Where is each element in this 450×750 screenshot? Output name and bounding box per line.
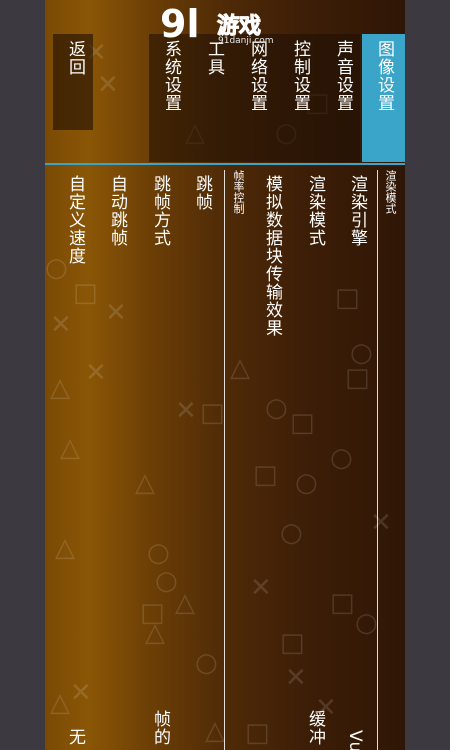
symbol-square-icon: □ xyxy=(253,460,278,490)
symbol-triangle-icon: △ xyxy=(135,468,155,498)
menu-divider xyxy=(45,163,405,165)
render-mode-option[interactable]: 渲染模式 xyxy=(303,175,328,247)
custom-speed-value: 无 xyxy=(65,728,85,746)
symbol-triangle-icon: △ xyxy=(145,618,165,648)
render-section-header: 渲染模式 xyxy=(384,170,397,214)
frameskip-section-divider xyxy=(224,170,225,750)
symbol-cross-icon: ✕ xyxy=(175,396,197,426)
symbol-square-icon: □ xyxy=(280,628,305,658)
symbol-square-icon: □ xyxy=(73,278,98,308)
symbol-circle-icon: ○ xyxy=(355,608,378,638)
render-engine-option[interactable]: 渲染引擎 xyxy=(345,175,370,247)
frameskip-section-header: 帧率控制 xyxy=(232,170,245,214)
frameskip-mode-value: 帧的 xyxy=(150,710,170,746)
symbol-triangle-icon: △ xyxy=(175,588,195,618)
tab-graphics-settings-label[interactable]: 图像设置 xyxy=(372,40,397,112)
device-bezel xyxy=(405,0,450,750)
symbol-square-icon: □ xyxy=(345,363,370,393)
symbol-cross-icon: ✕ xyxy=(70,678,92,708)
symbol-circle-icon: ○ xyxy=(295,468,318,498)
symbol-cross-icon: ✕ xyxy=(285,663,307,693)
render-section-divider xyxy=(377,170,378,750)
symbol-triangle-icon: △ xyxy=(60,433,80,463)
tab-control-settings[interactable]: 控制设置 xyxy=(288,40,313,112)
logo-subtext: 91danji.com xyxy=(218,36,274,46)
symbol-triangle-icon: △ xyxy=(230,353,250,383)
tab-system-settings[interactable]: 系统设置 xyxy=(159,40,184,112)
tab-sound-settings[interactable]: 声音设置 xyxy=(331,40,356,112)
symbol-square-icon: □ xyxy=(290,408,315,438)
symbol-square-icon: □ xyxy=(245,718,270,748)
symbol-circle-icon: ○ xyxy=(265,393,288,423)
symbol-triangle-icon: △ xyxy=(205,716,225,746)
symbol-triangle-icon: △ xyxy=(50,373,70,403)
tab-network-settings[interactable]: 网络设置 xyxy=(245,40,270,112)
symbol-circle-icon: ○ xyxy=(330,443,353,473)
symbol-cross-icon: ✕ xyxy=(370,508,392,538)
symbol-circle-icon: ○ xyxy=(195,648,218,678)
render-engine-value: Vu xyxy=(345,730,365,750)
block-transfer-option[interactable]: 模拟数据块传输效果 xyxy=(260,175,285,337)
symbol-cross-icon: ✕ xyxy=(85,358,107,388)
symbol-circle-icon: ○ xyxy=(147,538,170,568)
auto-frameskip-option[interactable]: 自动跳帧 xyxy=(105,175,130,247)
custom-speed-option[interactable]: 自定义速度 xyxy=(63,175,88,265)
symbol-triangle-icon: △ xyxy=(55,533,75,563)
symbol-cross-icon: ✕ xyxy=(250,573,272,603)
logo-number: 9l xyxy=(160,2,200,46)
symbol-cross-icon: ✕ xyxy=(105,298,127,328)
emulator-settings-screen: ✕ ✕ △ ○ □ ○ □ ✕ ✕ □ ○ □ △ ✕ △ ✕ □ ○ □ ○ … xyxy=(45,0,405,750)
symbol-square-icon: □ xyxy=(335,283,360,313)
symbol-square-icon: □ xyxy=(200,398,225,428)
render-mode-value: 缓冲 xyxy=(305,710,325,746)
symbol-circle-icon: ○ xyxy=(280,518,303,548)
frameskip-mode-option[interactable]: 跳帧方式 xyxy=(148,175,173,247)
symbol-cross-icon: ✕ xyxy=(50,310,72,340)
site-watermark-logo: 9l 游戏 91danji.com xyxy=(160,4,295,48)
symbol-triangle-icon: △ xyxy=(50,688,70,718)
back-button-label[interactable]: 返回 xyxy=(63,40,88,76)
symbol-square-icon: □ xyxy=(330,588,355,618)
frameskip-option[interactable]: 跳帧 xyxy=(190,175,215,211)
